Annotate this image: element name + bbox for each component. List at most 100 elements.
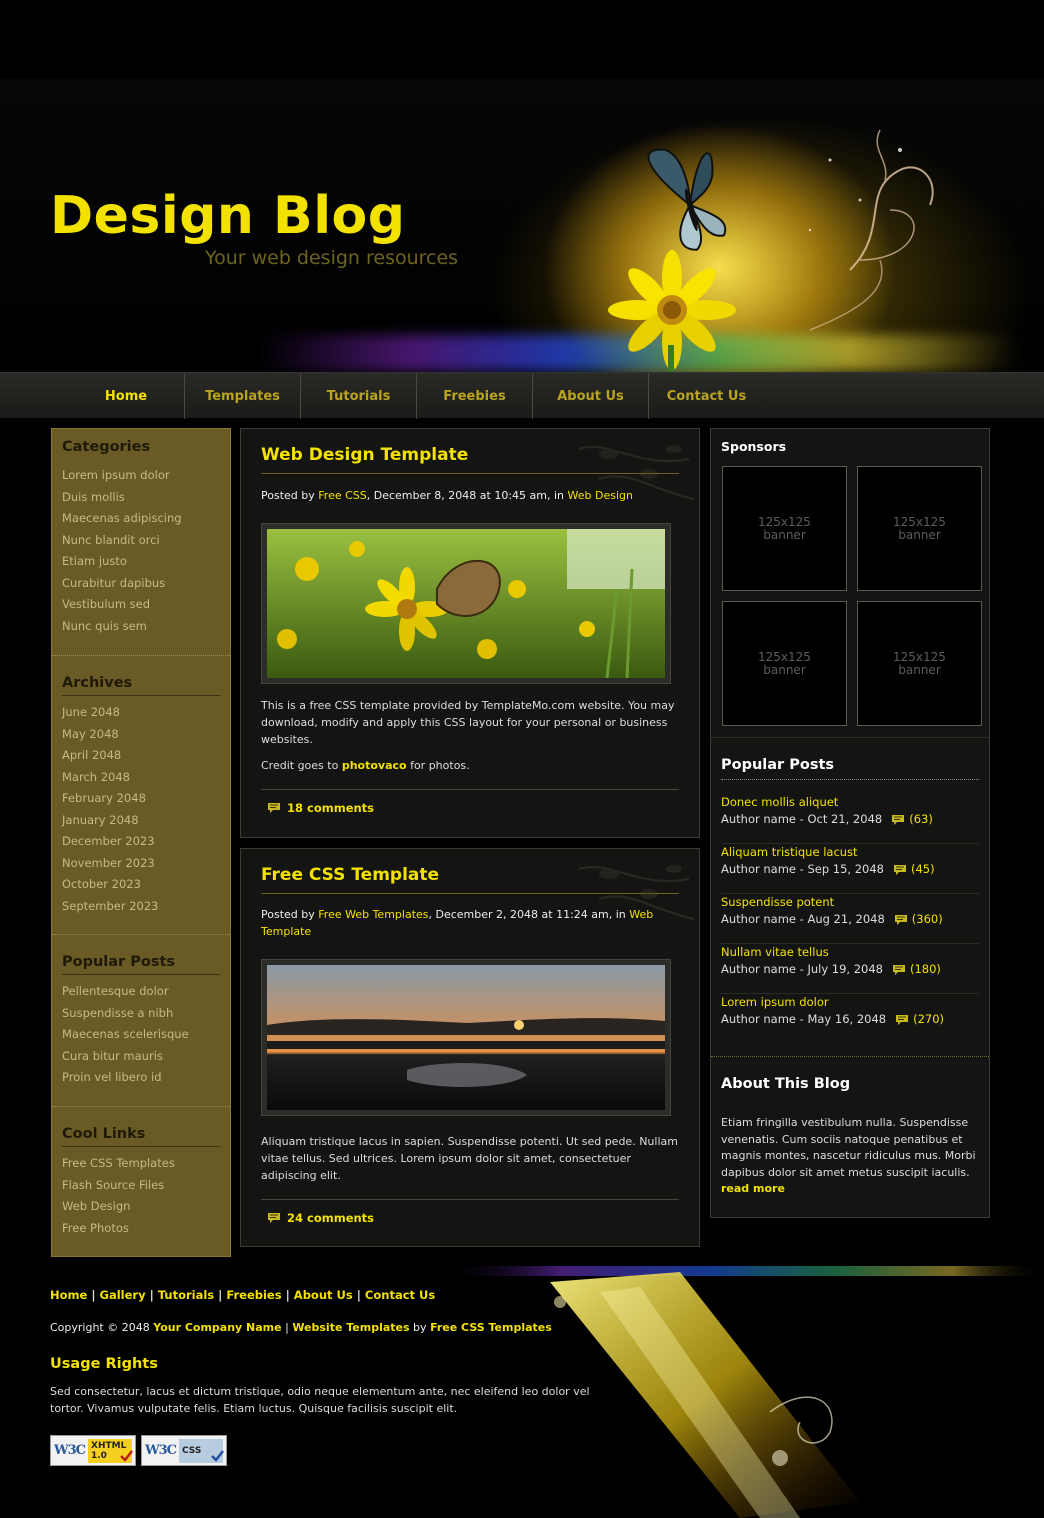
post-title[interactable]: Free CSS Template [261, 865, 679, 894]
footer-separator: | [87, 1288, 100, 1302]
popular-post-count[interactable]: (180) [910, 961, 941, 978]
cool-link[interactable]: Flash Source Files [62, 1175, 220, 1197]
banner-size: 125x125 [893, 649, 946, 664]
sponsor-banner[interactable]: 125x125 banner [722, 601, 847, 726]
nav-item-about-us[interactable]: About Us [532, 373, 648, 419]
archive-link[interactable]: October 2023 [62, 874, 220, 896]
popular-post-link[interactable]: Pellentesque dolor [62, 981, 220, 1003]
popular-post-count[interactable]: (63) [909, 811, 933, 828]
popular-post-count[interactable]: (45) [911, 861, 935, 878]
sponsors-title: Sponsors [721, 439, 787, 454]
popular-posts-section: Popular Posts Pellentesque dolor Suspend… [62, 954, 220, 1089]
category-link[interactable]: Etiam justo [62, 551, 220, 573]
comments-link[interactable]: 24 comments [267, 1211, 374, 1225]
w3c-xhtml-badge[interactable]: W3C XHTML 1.0 [50, 1435, 136, 1466]
popular-post-author: Author name - Oct 21, 2048 [721, 812, 883, 826]
footer-link-home[interactable]: Home [50, 1288, 87, 1302]
footer-link-tutorials[interactable]: Tutorials [158, 1288, 214, 1302]
category-link[interactable]: Lorem ipsum dolor [62, 465, 220, 487]
category-link[interactable]: Duis mollis [62, 487, 220, 509]
cool-link[interactable]: Web Design [62, 1196, 220, 1218]
nav-item-home[interactable]: Home [68, 373, 184, 419]
nav-item-freebies[interactable]: Freebies [416, 373, 532, 419]
banner-label: banner [898, 662, 941, 677]
footer-link-about-us[interactable]: About Us [294, 1288, 353, 1302]
w3c-css-badge[interactable]: W3C CSS [141, 1435, 227, 1466]
post-title[interactable]: Web Design Template [261, 445, 679, 474]
popular-post-link[interactable]: Lorem ipsum dolor [721, 994, 979, 1011]
copyright-by: by [409, 1321, 431, 1334]
post-image-frame [261, 523, 671, 684]
popular-post-link[interactable]: Nullam vitae tellus [721, 944, 979, 961]
category-link[interactable]: Nunc blandit orci [62, 530, 220, 552]
category-link[interactable]: Curabitur dapibus [62, 573, 220, 595]
archive-link[interactable]: January 2048 [62, 810, 220, 832]
banner-size: 125x125 [758, 514, 811, 529]
archive-link[interactable]: February 2048 [62, 788, 220, 810]
comments-count: 18 comments [287, 801, 375, 815]
main-nav: Home Templates Tutorials Freebies About … [0, 372, 1044, 419]
post-meta: Posted by Free Web Templates, December 2… [261, 906, 661, 940]
popular-post-link[interactable]: Maecenas scelerisque [62, 1024, 220, 1046]
popular-post-count[interactable]: (360) [912, 911, 943, 928]
comments-link[interactable]: 18 comments [267, 801, 374, 815]
category-link[interactable]: Nunc quis sem [62, 616, 220, 638]
meta-prefix: Posted by [261, 908, 319, 921]
cool-links-title: Cool Links [62, 1126, 220, 1147]
archive-link[interactable]: September 2023 [62, 896, 220, 918]
archive-link[interactable]: April 2048 [62, 745, 220, 767]
cool-link[interactable]: Free Photos [62, 1218, 220, 1240]
sponsor-banner[interactable]: 125x125 banner [722, 466, 847, 591]
free-css-templates-link[interactable]: Free CSS Templates [430, 1321, 552, 1334]
category-link[interactable]: Maecenas adipiscing [62, 508, 220, 530]
sponsor-banner[interactable]: 125x125 banner [857, 466, 982, 591]
footer-separator: | [214, 1288, 227, 1302]
butterfly-flower-illustration [608, 129, 934, 372]
popular-post-link[interactable]: Suspendisse potent [721, 894, 979, 911]
site-title[interactable]: Design Blog [50, 186, 405, 246]
comments-count: 24 comments [287, 1211, 375, 1225]
post-author-link[interactable]: Free Web Templates [318, 908, 428, 921]
footer-nav: Home | Gallery | Tutorials | Freebies | … [50, 1288, 435, 1302]
archive-link[interactable]: May 2048 [62, 724, 220, 746]
banner-label: banner [763, 527, 806, 542]
company-name-link[interactable]: Your Company Name [153, 1321, 281, 1334]
nav-item-contact-us[interactable]: Contact Us [648, 373, 764, 419]
sponsor-banner[interactable]: 125x125 banner [857, 601, 982, 726]
popular-post-count[interactable]: (270) [913, 1011, 944, 1028]
w3c-logo: W3C [145, 1443, 177, 1458]
nav-item-tutorials[interactable]: Tutorials [300, 373, 416, 419]
archive-link[interactable]: December 2023 [62, 831, 220, 853]
footer-link-gallery[interactable]: Gallery [100, 1288, 146, 1302]
usage-rights-title: Usage Rights [50, 1356, 158, 1372]
read-more-link[interactable]: read more [721, 1181, 981, 1198]
footer-link-freebies[interactable]: Freebies [226, 1288, 281, 1302]
category-link[interactable]: Vestibulum sed [62, 594, 220, 616]
archive-link[interactable]: November 2023 [62, 853, 220, 875]
popular-post-link[interactable]: Cura bitur mauris [62, 1046, 220, 1068]
post-author-link[interactable]: Free CSS [318, 489, 367, 502]
popular-post-link[interactable]: Donec mollis aliquet [721, 794, 979, 811]
comment-bubble-icon [892, 814, 905, 825]
post-category-link[interactable]: Web Design [568, 489, 633, 502]
post-body: This is a free CSS template provided by … [261, 699, 675, 746]
archive-link[interactable]: March 2048 [62, 767, 220, 789]
popular-post-link[interactable]: Suspendisse a nibh [62, 1003, 220, 1025]
footer-link-contact-us[interactable]: Contact Us [365, 1288, 435, 1302]
website-templates-link[interactable]: Website Templates [292, 1321, 409, 1334]
popular-post-link[interactable]: Aliquam tristique lacust [721, 844, 979, 861]
popular-post-meta: Author name - May 16, 2048 (270) [721, 1011, 979, 1028]
popular-post-link[interactable]: Proin vel libero id [62, 1067, 220, 1089]
footer-separator: | [281, 1288, 294, 1302]
comment-bubble-icon [893, 964, 905, 975]
credit-link[interactable]: photovaco [342, 759, 407, 772]
popular-post-item: Donec mollis aliquet Author name - Oct 2… [721, 794, 979, 844]
cool-link[interactable]: Free CSS Templates [62, 1153, 220, 1175]
section-divider [711, 737, 989, 738]
nav-item-templates[interactable]: Templates [184, 373, 300, 419]
archive-link[interactable]: June 2048 [62, 702, 220, 724]
about-blog-body: Etiam fringilla vestibulum nulla. Suspen… [721, 1116, 976, 1179]
popular-posts-title: Popular Posts [62, 954, 220, 975]
left-sidebar: Categories Lorem ipsum dolor Duis mollis… [51, 428, 231, 1257]
popular-post-author: Author name - July 19, 2048 [721, 962, 883, 976]
